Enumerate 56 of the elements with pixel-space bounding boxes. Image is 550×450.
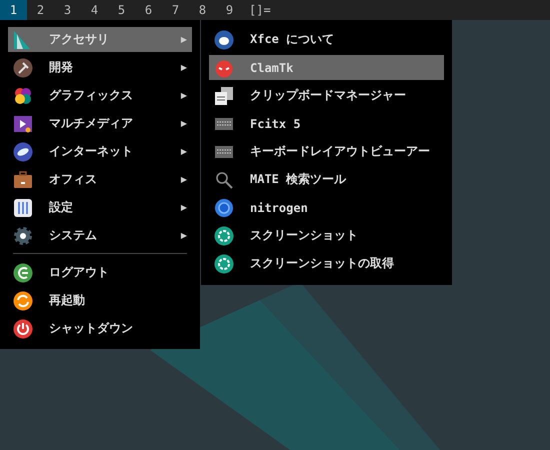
workspace-tag[interactable]: 1 [0, 0, 27, 20]
layout-symbol[interactable]: []= [249, 3, 271, 17]
menu-item[interactable]: マルチメディア ▶ [8, 111, 192, 136]
menu-item[interactable]: 再起動 [8, 288, 192, 313]
submenu-arrow: ▶ [180, 231, 187, 240]
submenu-arrow: ▶ [180, 175, 187, 184]
menu-item[interactable]: グラフィックス ▶ [8, 83, 192, 108]
logout-icon [13, 262, 33, 282]
menu-item[interactable]: Xfce について [209, 27, 444, 52]
submenu-arrow: ▶ [180, 91, 187, 100]
submenu-arrow: ▶ [180, 119, 187, 128]
workspace-tag[interactable]: 9 [216, 0, 243, 20]
globe-icon [13, 142, 33, 162]
flower-icon [13, 86, 33, 106]
menu-item[interactable]: ClamTk [209, 55, 444, 80]
workspace-tag[interactable]: 8 [189, 0, 216, 20]
menu-item[interactable]: スクリーンショットの取得 [209, 251, 444, 276]
workspace-tag[interactable]: 6 [135, 0, 162, 20]
workspace-tag[interactable]: 7 [162, 0, 189, 20]
menu-item[interactable]: アクセサリ ▶ [8, 27, 192, 52]
workspace-tag[interactable]: 3 [54, 0, 81, 20]
menu-item[interactable]: キーボードレイアウトビューアー [209, 139, 444, 164]
ring-icon [214, 198, 234, 218]
sliders-icon [13, 198, 33, 218]
submenu-arrow: ▶ [180, 35, 187, 44]
documents-icon [214, 86, 234, 106]
menu-item[interactable]: 設定 ▶ [8, 195, 192, 220]
menu-item[interactable]: オフィス ▶ [8, 167, 192, 192]
power-icon [13, 318, 33, 338]
menu-item[interactable]: ログアウト [8, 260, 192, 285]
workspace-tag[interactable]: 5 [108, 0, 135, 20]
menu-item[interactable]: 開発 ▶ [8, 55, 192, 80]
search-icon [214, 170, 234, 190]
submenu-arrow: ▶ [180, 203, 187, 212]
shutter-icon [214, 226, 234, 246]
menu-item[interactable]: スクリーンショット [209, 223, 444, 248]
workspace-tag[interactable]: 2 [27, 0, 54, 20]
devil-face-icon [214, 58, 234, 78]
submenu-arrow: ▶ [180, 63, 187, 72]
workspace-tag[interactable]: 4 [81, 0, 108, 20]
ruler-pencil-icon [13, 30, 33, 50]
shutter-icon [214, 254, 234, 274]
menu-item[interactable]: シャットダウン [8, 316, 192, 341]
menu-item[interactable]: MATE 検索ツール [209, 167, 444, 192]
mouse-logo-icon [214, 30, 234, 50]
menu-item[interactable]: Fcitx 5 [209, 111, 444, 136]
film-music-icon [13, 114, 33, 134]
menu-item[interactable]: nitrogen [209, 195, 444, 220]
hammer-icon [13, 58, 33, 78]
menu-item[interactable]: インターネット ▶ [8, 139, 192, 164]
menu-item[interactable]: クリップボードマネージャー [209, 83, 444, 108]
menu-item[interactable]: システム ▶ [8, 223, 192, 248]
briefcase-icon [13, 170, 33, 190]
submenu-arrow: ▶ [180, 147, 187, 156]
restart-icon [13, 290, 33, 310]
gear-icon [13, 226, 33, 246]
